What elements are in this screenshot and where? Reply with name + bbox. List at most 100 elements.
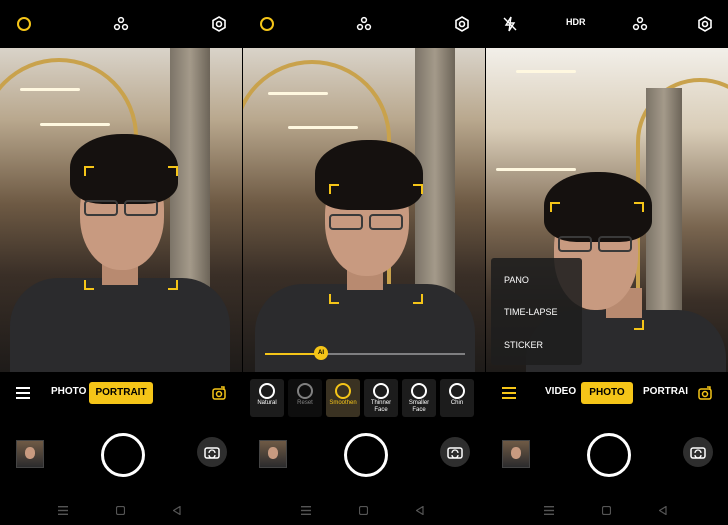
mode-bar: PHOTO PORTRAIT <box>0 372 242 416</box>
nav-menu-icon[interactable] <box>301 506 311 515</box>
beauty-option-thinner-face[interactable]: Thinner Face <box>364 379 398 417</box>
thumbnail-face <box>25 447 35 459</box>
beauty-option-natural[interactable]: Natural <box>250 379 284 417</box>
ceiling-light <box>20 88 80 91</box>
beauty-option-label: Smaller Face <box>408 400 430 413</box>
focus-bracket <box>413 184 423 194</box>
mode-bar: VIDEO PHOTO PORTRAI <box>486 372 728 416</box>
subject-glasses <box>558 236 592 252</box>
nav-back-icon[interactable] <box>416 506 424 515</box>
flash-ring-icon[interactable] <box>257 14 277 34</box>
system-nav-bar <box>243 500 485 522</box>
thumbnail-face <box>511 447 521 459</box>
system-nav-bar <box>0 500 242 522</box>
subject-glasses <box>124 200 158 216</box>
ceiling-light <box>288 126 358 129</box>
portrait-effect-icon[interactable] <box>211 385 227 401</box>
gallery-thumbnail[interactable] <box>502 440 530 468</box>
ceiling-light <box>268 92 328 95</box>
beauty-option-smoothen[interactable]: Smoothen <box>326 379 360 417</box>
viewfinder[interactable] <box>243 48 485 372</box>
beauty-option-reset[interactable]: Reset <box>288 379 322 417</box>
switch-camera-button[interactable] <box>683 437 713 467</box>
nav-menu-icon[interactable] <box>544 506 554 515</box>
switch-camera-icon <box>690 447 706 459</box>
beauty-option-label: Reset <box>297 400 313 406</box>
nav-home-icon[interactable] <box>359 506 368 515</box>
subject-glasses <box>369 214 403 230</box>
subject-hair <box>315 140 423 210</box>
focus-bracket <box>634 202 644 212</box>
menu-icon[interactable] <box>502 387 516 399</box>
nav-back-icon[interactable] <box>173 506 181 515</box>
ai-dots-icon[interactable] <box>354 14 374 34</box>
shutter-button[interactable] <box>344 433 388 477</box>
subject-shirt <box>255 284 475 372</box>
focus-bracket <box>550 202 560 212</box>
gallery-thumbnail[interactable] <box>16 440 44 468</box>
subject-glasses <box>329 214 363 230</box>
smoothen-icon <box>335 383 351 399</box>
mode-photo[interactable]: PHOTO <box>51 386 86 397</box>
menu-item-sticker[interactable]: STICKER <box>504 340 543 350</box>
beauty-options-strip: Natural Reset Smoothen Thinner Face Smaller … <box>243 379 485 419</box>
beauty-option-label: Chin <box>450 400 464 406</box>
menu-icon[interactable] <box>16 387 30 399</box>
beauty-option-smaller-face[interactable]: Smaller Face <box>402 379 436 417</box>
focus-bracket <box>168 280 178 290</box>
more-modes-menu: PANO TIME-LAPSE STICKER <box>491 258 582 365</box>
focus-bracket <box>329 294 339 304</box>
switch-camera-icon <box>204 447 220 459</box>
mode-portrait[interactable]: PORTRAI <box>643 386 688 397</box>
beauty-option-chin[interactable]: Chin <box>440 379 474 417</box>
top-bar: HDR <box>486 0 728 48</box>
slider-fill <box>265 353 321 355</box>
slash-circle-icon <box>259 383 275 399</box>
mode-photo-active[interactable]: PHOTO <box>581 382 633 404</box>
top-bar <box>0 0 242 48</box>
mode-portrait-active[interactable]: PORTRAIT <box>89 382 153 404</box>
mode-video[interactable]: VIDEO <box>545 386 576 397</box>
camera-panel-beauty: AI Natural Reset Smoothen Thinner Face Small… <box>243 0 485 525</box>
nav-back-icon[interactable] <box>659 506 667 515</box>
ceiling-light <box>496 168 576 171</box>
focus-bracket <box>329 184 339 194</box>
beauty-option-label: Thinner Face <box>370 400 392 413</box>
beauty-level-slider[interactable]: AI <box>265 346 465 360</box>
switch-camera-icon <box>447 447 463 459</box>
focus-bracket <box>413 294 423 304</box>
settings-icon[interactable] <box>209 14 229 34</box>
beauty-option-label: Smoothen <box>329 400 357 406</box>
flash-ring-icon[interactable] <box>14 14 34 34</box>
ceiling-light <box>40 123 110 126</box>
nav-menu-icon[interactable] <box>58 506 68 515</box>
camera-panel-portrait: PHOTO PORTRAIT <box>0 0 242 525</box>
ceiling-light <box>516 70 576 73</box>
gallery-thumbnail[interactable] <box>259 440 287 468</box>
hdr-toggle[interactable]: HDR <box>566 17 586 27</box>
settings-icon[interactable] <box>695 14 715 34</box>
shutter-button[interactable] <box>101 433 145 477</box>
face-dotted-icon <box>411 383 427 399</box>
focus-bracket <box>84 280 94 290</box>
ai-dots-icon[interactable] <box>111 14 131 34</box>
menu-item-pano[interactable]: PANO <box>504 275 529 285</box>
subject-glasses <box>84 200 118 216</box>
focus-bracket <box>634 320 644 330</box>
slider-knob[interactable]: AI <box>314 346 328 360</box>
flash-off-icon[interactable] <box>500 14 520 34</box>
menu-item-time-lapse[interactable]: TIME-LAPSE <box>504 307 558 317</box>
ai-dots-icon[interactable] <box>630 14 650 34</box>
nav-home-icon[interactable] <box>602 506 611 515</box>
chin-icon <box>449 383 465 399</box>
shutter-button[interactable] <box>587 433 631 477</box>
focus-bracket <box>168 166 178 176</box>
switch-camera-button[interactable] <box>440 437 470 467</box>
portrait-effect-icon[interactable] <box>697 385 713 401</box>
settings-icon[interactable] <box>452 14 472 34</box>
nav-home-icon[interactable] <box>116 506 125 515</box>
switch-camera-button[interactable] <box>197 437 227 467</box>
subject-shirt <box>10 278 230 372</box>
viewfinder[interactable] <box>0 48 242 372</box>
face-outline-icon <box>373 383 389 399</box>
